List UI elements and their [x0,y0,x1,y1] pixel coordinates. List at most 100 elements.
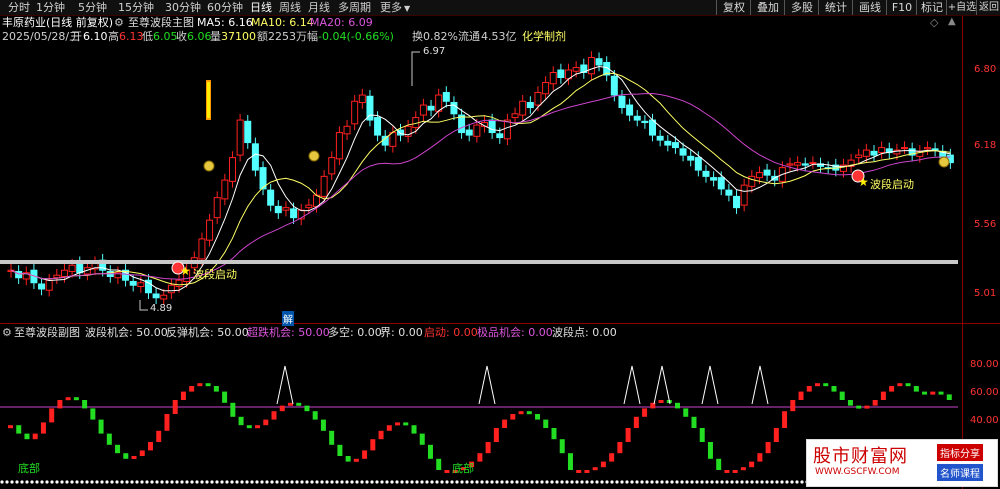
baseline-dot [160,480,164,484]
baseline-dot [730,480,734,484]
baseline-dot [715,480,719,484]
candle-up [320,175,328,197]
baseline-dot [235,480,239,484]
sub-indicator-name[interactable]: 至尊波段副图 [14,326,80,339]
baseline-dot [475,480,479,484]
baseline-dot [735,480,739,484]
osc-bar-up [584,470,590,473]
candle-down [618,95,626,109]
baseline-dot [385,480,389,484]
baseline-dot [630,480,634,484]
osc-bar-up [872,400,878,406]
candle-up [305,204,313,209]
baseline-dot [780,480,784,484]
candle-down [496,133,504,139]
osc-bar-up [724,470,730,473]
osc-bar-up [864,405,870,409]
osc-bar-down [535,414,541,420]
candle-up [198,238,206,260]
osc-bar-down [913,386,919,392]
candle-up [419,104,427,116]
baseline-dot [395,480,399,484]
osc-bar-up [880,391,886,400]
signal-bar-inner [207,82,210,118]
baseline-dot [225,480,229,484]
baseline-dot [315,480,319,484]
baseline-dot [740,480,744,484]
baseline-dot [195,480,199,484]
osc-bar-down [567,453,573,470]
candle-down [465,129,473,136]
osc-bar-up [485,442,491,454]
baseline-dot [280,480,284,484]
baseline-dot [180,480,184,484]
osc-bar-down [427,444,433,459]
osc-bar-up [897,383,903,387]
jie-badge[interactable]: 解 [282,311,294,326]
osc-bar-down [90,408,96,420]
osc-bar-down [123,453,129,459]
osc-bar-up [164,414,170,431]
candle-down [488,119,496,134]
ma20-line [10,93,951,280]
osc-bar-up [798,391,804,400]
baseline-dot [200,480,204,484]
osc-bar-up [790,400,796,412]
baseline-dot [785,480,789,484]
osc-bar-down [304,405,310,412]
baseline-dot [625,480,629,484]
baseline-dot [585,480,589,484]
candle-up [175,279,183,287]
candle-down [374,117,382,136]
baseline-dot [535,480,539,484]
watermark-url: WWW.GSCFW.COM [815,467,900,477]
baseline-dot [700,480,704,484]
baseline-dot [175,480,179,484]
baseline-dot [580,480,584,484]
kline-chart-svg[interactable] [0,0,1000,489]
baseline-dot [760,480,764,484]
baseline-dot [35,480,39,484]
candle-down [664,140,672,146]
candle-up [282,207,290,211]
candle-down [725,189,733,196]
baseline-dot [60,480,64,484]
baseline-dot [430,480,434,484]
baseline-dot [465,480,469,484]
osc-bar-up [782,411,788,428]
candle-down [274,205,282,214]
baseline-dot [655,480,659,484]
osc-bar-up [658,400,664,403]
osc-bar-up [378,430,384,440]
baseline-dot [725,480,729,484]
baseline-dot [745,480,749,484]
baseline-dot [255,480,259,484]
low-marker: 4.89 [150,303,173,314]
baseline-dot [145,480,149,484]
osc-bar-up [40,422,46,434]
baseline-dot [525,480,529,484]
osc-bar-down [683,408,689,417]
baseline-dot [615,480,619,484]
candle-down [595,58,603,66]
baseline-dot [20,480,24,484]
candle-up [534,92,542,106]
candle-up [335,132,343,160]
osc-bar-up [271,411,277,420]
baseline-dot [305,480,309,484]
pane-divider[interactable] [0,323,1000,324]
osc-bar-up [740,467,746,471]
ma10-line [10,72,951,286]
osc-bar-up [8,425,13,429]
baseline-dot [650,480,654,484]
baseline-dot [30,480,34,484]
baseline-dot [295,480,299,484]
gear-icon[interactable]: ⚙ [2,326,12,339]
osc-bar-up [32,433,38,440]
baseline-dot [290,480,294,484]
osc-bar-up [889,386,895,392]
candle-down [801,163,809,166]
baseline-dot [120,480,124,484]
candle-up [206,219,214,241]
baseline-dot [350,480,354,484]
